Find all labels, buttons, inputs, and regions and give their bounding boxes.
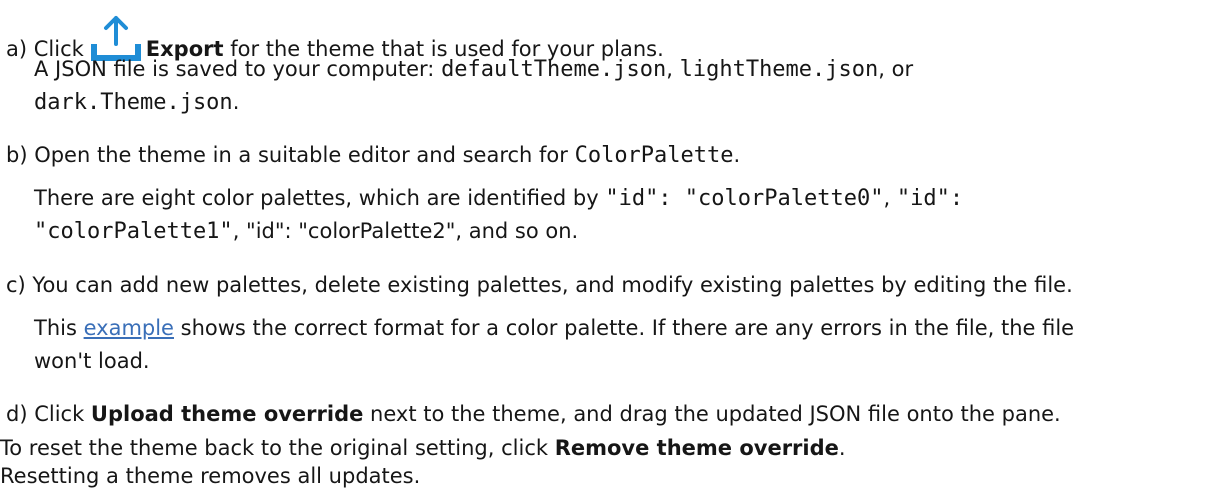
step-b-note-prefix: There are eight color palettes, which ar… bbox=[34, 186, 606, 210]
file-dark-theme: dark.Theme.json bbox=[34, 90, 233, 115]
step-c-text: c) You can add new palettes, delete exis… bbox=[6, 273, 1073, 297]
step-b-note: There are eight color palettes, which ar… bbox=[34, 182, 1204, 248]
step-b-note-end: , "id": "colorPalette2", and so on. bbox=[232, 219, 579, 243]
step-a-note: A JSON file is saved to your computer: d… bbox=[34, 53, 1204, 119]
remove-theme-override-label[interactable]: Remove theme override bbox=[555, 436, 839, 460]
reset-prefix: To reset the theme back to the original … bbox=[0, 436, 555, 460]
step-c-note: This example shows the correct format fo… bbox=[34, 312, 1204, 378]
step-d-prefix: d) Click bbox=[6, 402, 91, 426]
step-c-note-line2: won't load. bbox=[34, 349, 150, 373]
example-link[interactable]: example bbox=[84, 316, 174, 340]
reset-note-text: Resetting a theme removes all updates. bbox=[0, 464, 421, 488]
separator: , bbox=[883, 186, 897, 210]
code-id-palette0: "id": "colorPalette0" bbox=[605, 186, 884, 211]
step-b: b) Open the theme in a suitable editor a… bbox=[6, 143, 740, 168]
step-d-suffix: next to the theme, and drag the updated … bbox=[363, 402, 1061, 426]
reset-note: Resetting a theme removes all updates. bbox=[0, 464, 420, 488]
period: . bbox=[733, 143, 741, 167]
step-c-note-prefix: This bbox=[34, 316, 84, 340]
code-color-palette: ColorPalette bbox=[574, 143, 734, 168]
period: . bbox=[838, 436, 846, 460]
separator: , or bbox=[878, 57, 914, 81]
step-a-note-prefix: A JSON file is saved to your computer: bbox=[34, 57, 442, 81]
reset-instruction: To reset the theme back to the original … bbox=[0, 436, 846, 460]
file-default-theme: defaultTheme.json bbox=[441, 57, 667, 82]
step-c: c) You can add new palettes, delete exis… bbox=[6, 273, 1073, 297]
separator: , bbox=[666, 57, 680, 81]
code-id-palette1: "colorPalette1" bbox=[34, 219, 233, 244]
step-b-prefix: b) Open the theme in a suitable editor a… bbox=[6, 143, 575, 167]
step-c-note-line1: shows the correct format for a color pal… bbox=[173, 316, 1075, 340]
period: . bbox=[232, 90, 240, 114]
step-d: d) Click Upload theme override next to t… bbox=[6, 402, 1061, 426]
code-id-key: "id": bbox=[896, 186, 964, 211]
upload-theme-override-label[interactable]: Upload theme override bbox=[91, 402, 363, 426]
file-light-theme: lightTheme.json bbox=[679, 57, 879, 82]
